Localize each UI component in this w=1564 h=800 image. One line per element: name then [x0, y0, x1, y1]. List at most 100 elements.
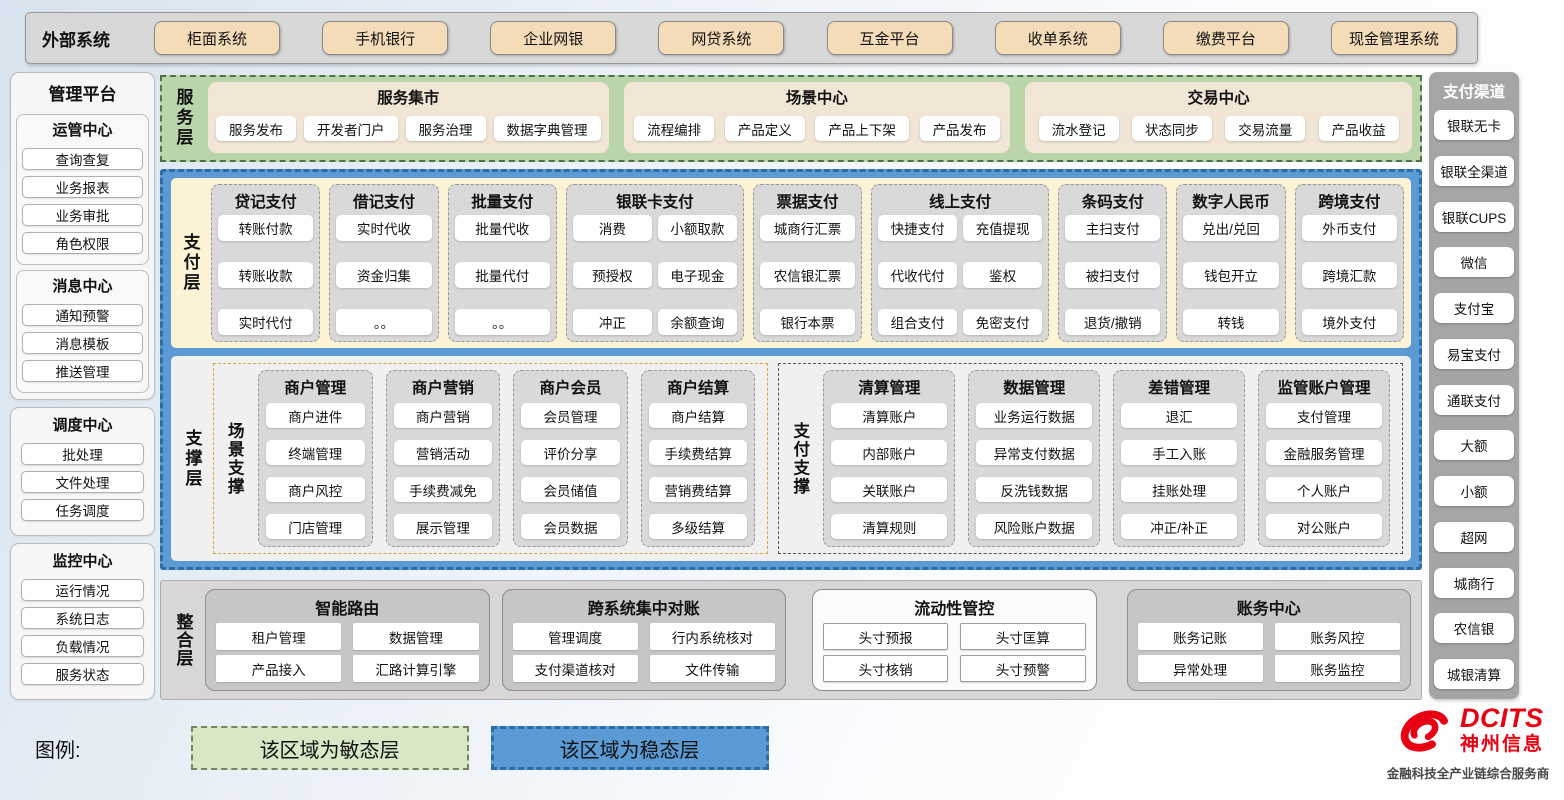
payment-item-button[interactable]: 快捷支付: [878, 215, 957, 241]
payment-item-button[interactable]: 资金归集: [336, 262, 431, 288]
payment-item-button[interactable]: 预授权: [573, 262, 652, 288]
payment-channel-button[interactable]: 银联全渠道: [1434, 156, 1514, 186]
support-item-button[interactable]: 个人账户: [1266, 477, 1382, 502]
payment-channel-button[interactable]: 易宝支付: [1434, 339, 1514, 369]
payment-item-button[interactable]: 转账收款: [218, 262, 313, 288]
service-item-button[interactable]: 服务治理: [406, 116, 486, 141]
management-item-button[interactable]: 通知预警: [22, 304, 143, 326]
support-item-button[interactable]: 挂账处理: [1121, 477, 1237, 502]
support-item-button[interactable]: 退汇: [1121, 403, 1237, 428]
support-item-button[interactable]: 商户风控: [266, 477, 365, 502]
support-item-button[interactable]: 门店管理: [266, 514, 365, 539]
payment-item-button[interactable]: 实时代收: [336, 215, 431, 241]
payment-item-button[interactable]: 免密支付: [963, 309, 1042, 335]
management-item-button[interactable]: 文件处理: [21, 471, 144, 493]
payment-item-button[interactable]: 农信银汇票: [760, 262, 855, 288]
payment-channel-button[interactable]: 银联CUPS: [1434, 202, 1514, 232]
integration-item-button[interactable]: 异常处理: [1138, 655, 1263, 682]
management-item-button[interactable]: 业务报表: [22, 176, 143, 198]
payment-item-button[interactable]: 批量代付: [455, 262, 550, 288]
support-item-button[interactable]: 会员数据: [521, 514, 620, 539]
payment-channel-button[interactable]: 超网: [1434, 522, 1514, 552]
support-item-button[interactable]: 内部账户: [831, 440, 947, 465]
integration-item-button[interactable]: 汇路计算引擎: [353, 655, 478, 682]
integration-item-button[interactable]: 账务风控: [1275, 623, 1400, 650]
payment-item-button[interactable]: 鉴权: [963, 262, 1042, 288]
integration-item-button[interactable]: 数据管理: [353, 623, 478, 650]
integration-item-button[interactable]: 行内系统核对: [650, 623, 775, 650]
payment-item-button[interactable]: 主扫支付: [1065, 215, 1160, 241]
external-system-button[interactable]: 网贷系统: [658, 21, 784, 55]
service-item-button[interactable]: 产品上下架: [815, 116, 909, 141]
integration-item-button[interactable]: 支付渠道核对: [513, 655, 638, 682]
integration-item-button[interactable]: 头寸预警: [960, 655, 1085, 682]
payment-item-button[interactable]: 转钱: [1183, 309, 1278, 335]
management-item-button[interactable]: 运行情况: [21, 579, 144, 601]
integration-item-button[interactable]: 文件传输: [650, 655, 775, 682]
external-system-button[interactable]: 缴费平台: [1163, 21, 1289, 55]
payment-item-button[interactable]: 跨境汇款: [1302, 262, 1397, 288]
support-item-button[interactable]: 关联账户: [831, 477, 947, 502]
management-item-button[interactable]: 业务审批: [22, 204, 143, 226]
support-item-button[interactable]: 商户进件: [266, 403, 365, 428]
support-item-button[interactable]: 业务运行数据: [976, 403, 1092, 428]
service-item-button[interactable]: 产品发布: [920, 116, 1000, 141]
service-item-button[interactable]: 交易流量: [1225, 116, 1305, 141]
payment-item-button[interactable]: 。。: [455, 309, 550, 335]
support-item-button[interactable]: 风险账户数据: [976, 514, 1092, 539]
management-item-button[interactable]: 负载情况: [21, 635, 144, 657]
support-item-button[interactable]: 展示管理: [394, 514, 493, 539]
support-item-button[interactable]: 多级结算: [649, 514, 748, 539]
payment-item-button[interactable]: 电子现金: [658, 262, 737, 288]
integration-item-button[interactable]: 管理调度: [513, 623, 638, 650]
payment-item-button[interactable]: 消费: [573, 215, 652, 241]
payment-item-button[interactable]: 充值提现: [963, 215, 1042, 241]
payment-item-button[interactable]: 钱包开立: [1183, 262, 1278, 288]
support-item-button[interactable]: 支付管理: [1266, 403, 1382, 428]
payment-item-button[interactable]: 兑出/兑回: [1183, 215, 1278, 241]
payment-item-button[interactable]: 余额查询: [658, 309, 737, 335]
support-item-button[interactable]: 异常支付数据: [976, 440, 1092, 465]
payment-item-button[interactable]: 实时代付: [218, 309, 313, 335]
support-item-button[interactable]: 评价分享: [521, 440, 620, 465]
payment-item-button[interactable]: 批量代收: [455, 215, 550, 241]
integration-item-button[interactable]: 账务监控: [1275, 655, 1400, 682]
support-item-button[interactable]: 会员管理: [521, 403, 620, 428]
payment-item-button[interactable]: 组合支付: [878, 309, 957, 335]
support-item-button[interactable]: 商户营销: [394, 403, 493, 428]
payment-item-button[interactable]: 退货/撤销: [1065, 309, 1160, 335]
payment-channel-button[interactable]: 银联无卡: [1434, 110, 1514, 140]
external-system-button[interactable]: 现金管理系统: [1331, 21, 1457, 55]
integration-item-button[interactable]: 账务记账: [1138, 623, 1263, 650]
integration-item-button[interactable]: 头寸核销: [823, 655, 948, 682]
payment-channel-button[interactable]: 微信: [1434, 247, 1514, 277]
management-item-button[interactable]: 消息模板: [22, 332, 143, 354]
service-item-button[interactable]: 产品定义: [725, 116, 805, 141]
support-item-button[interactable]: 清算账户: [831, 403, 947, 428]
management-item-button[interactable]: 角色权限: [22, 232, 143, 254]
management-item-button[interactable]: 查询查复: [22, 148, 143, 170]
payment-item-button[interactable]: 城商行汇票: [760, 215, 855, 241]
support-item-button[interactable]: 对公账户: [1266, 514, 1382, 539]
payment-channel-button[interactable]: 通联支付: [1434, 385, 1514, 415]
service-item-button[interactable]: 服务发布: [216, 116, 296, 141]
support-item-button[interactable]: 金融服务管理: [1266, 440, 1382, 465]
payment-channel-button[interactable]: 城商行: [1434, 568, 1514, 598]
payment-item-button[interactable]: 被扫支付: [1065, 262, 1160, 288]
service-item-button[interactable]: 流程编排: [634, 116, 714, 141]
payment-item-button[interactable]: 外币支付: [1302, 215, 1397, 241]
support-item-button[interactable]: 手续费减免: [394, 477, 493, 502]
support-item-button[interactable]: 手续费结算: [649, 440, 748, 465]
payment-item-button[interactable]: 代收代付: [878, 262, 957, 288]
management-item-button[interactable]: 系统日志: [21, 607, 144, 629]
support-item-button[interactable]: 会员储值: [521, 477, 620, 502]
payment-channel-button[interactable]: 小额: [1434, 476, 1514, 506]
payment-item-button[interactable]: 境外支付: [1302, 309, 1397, 335]
payment-channel-button[interactable]: 大额: [1434, 430, 1514, 460]
management-item-button[interactable]: 批处理: [21, 443, 144, 465]
management-item-button[interactable]: 服务状态: [21, 663, 144, 685]
management-item-button[interactable]: 推送管理: [22, 360, 143, 382]
service-item-button[interactable]: 开发者门户: [304, 116, 398, 141]
support-item-button[interactable]: 手工入账: [1121, 440, 1237, 465]
service-item-button[interactable]: 产品收益: [1319, 116, 1399, 141]
